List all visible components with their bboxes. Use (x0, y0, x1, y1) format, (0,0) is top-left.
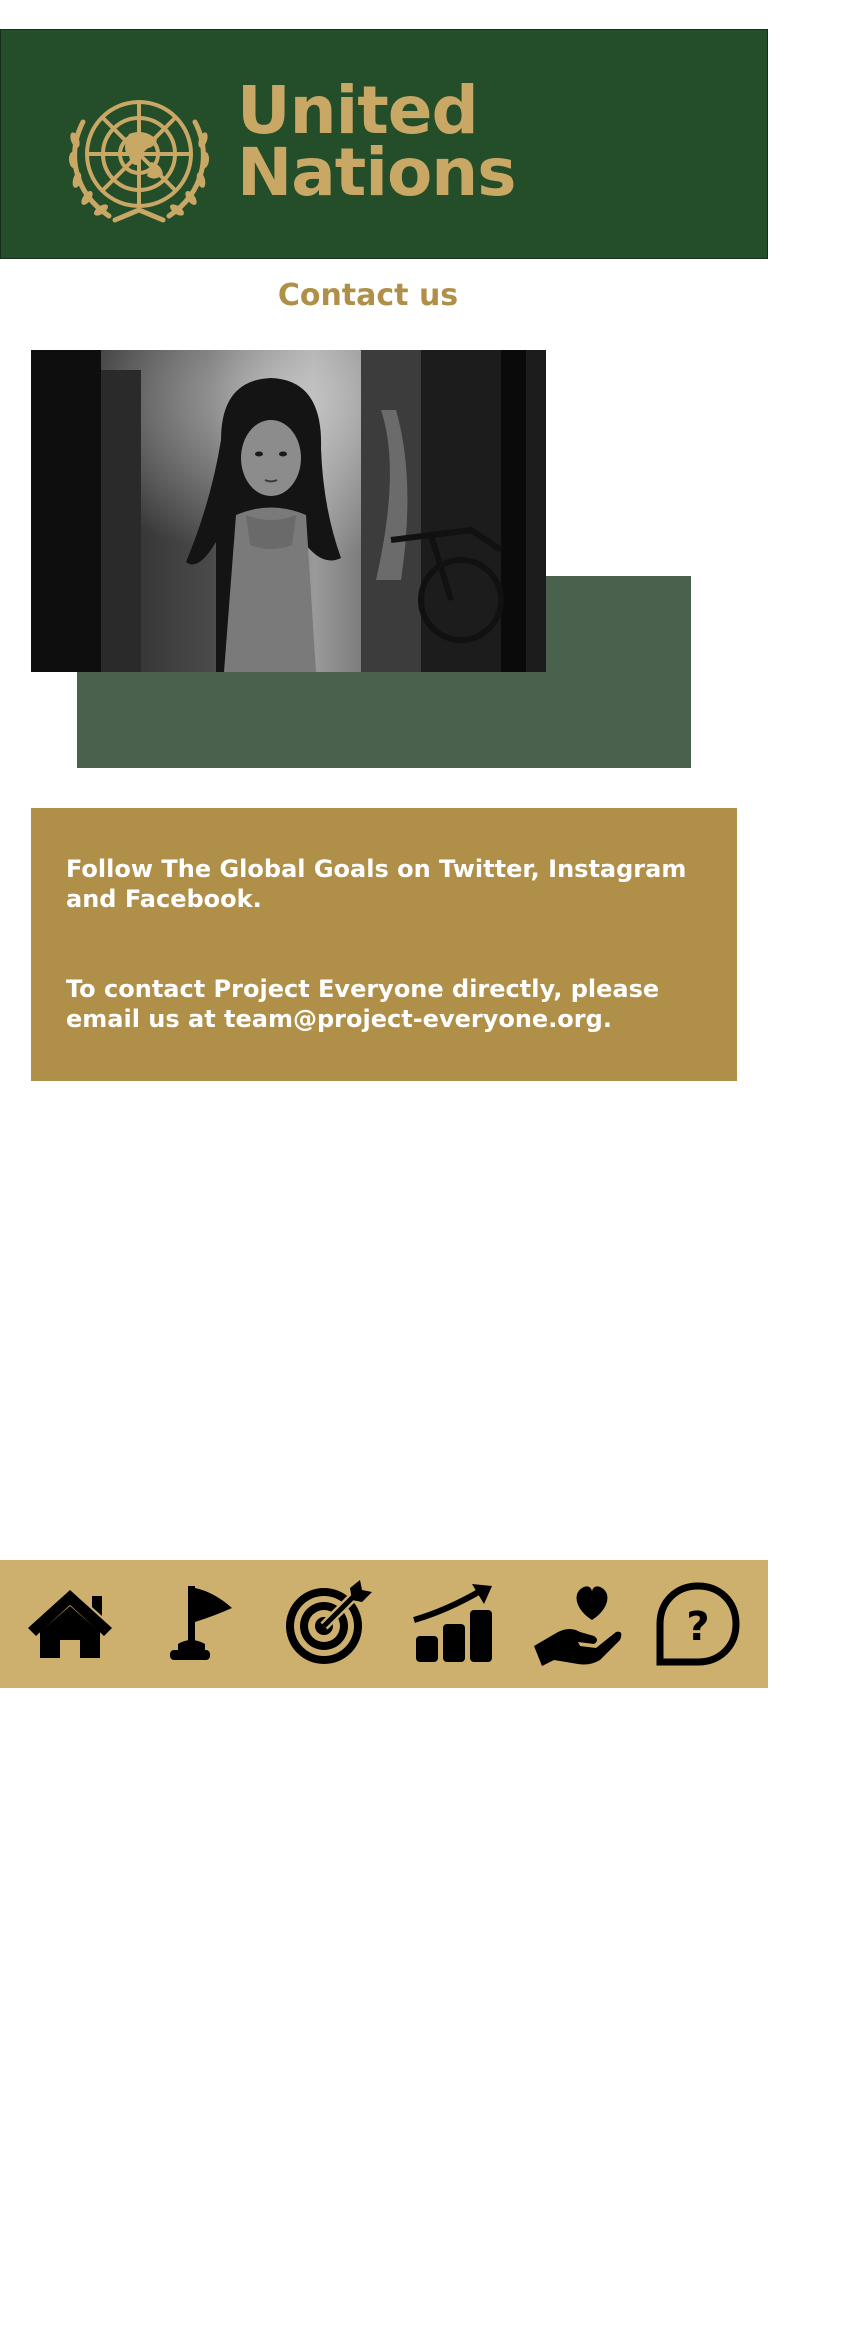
social-follow-text: Follow The Global Goals on Twitter, Inst… (66, 855, 687, 913)
brand-line-1: United (237, 72, 479, 149)
bottom-nav-bar: ? (0, 1560, 768, 1688)
page-title: Contact us (277, 278, 459, 313)
hero-photo (31, 350, 546, 672)
svg-text:?: ? (686, 1604, 709, 1650)
un-emblem-icon[interactable] (59, 82, 219, 242)
flag-icon[interactable] (148, 1580, 240, 1668)
hand-heart-icon[interactable] (532, 1580, 624, 1668)
home-icon[interactable] (24, 1580, 116, 1668)
email-contact-text: To contact Project Everyone directly, pl… (66, 975, 660, 1033)
contact-info-box: Follow The Global Goals on Twitter, Inst… (31, 808, 737, 1081)
help-bubble-icon[interactable]: ? (652, 1580, 744, 1668)
brand-name[interactable]: United Nations (237, 72, 517, 211)
site-header: United Nations (0, 29, 768, 259)
target-icon[interactable] (280, 1580, 372, 1668)
growth-chart-icon[interactable] (408, 1580, 500, 1668)
brand-line-2: Nations (237, 134, 517, 211)
